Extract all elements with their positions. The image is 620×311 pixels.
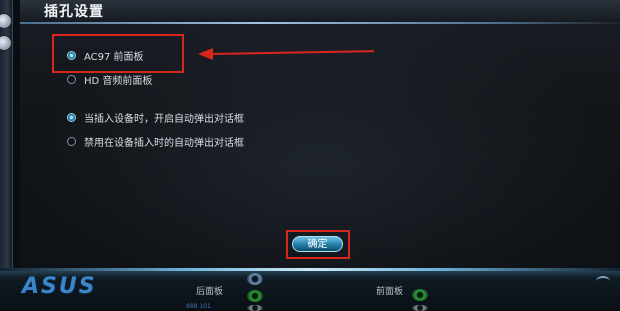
side-button-2[interactable] — [0, 35, 12, 51]
option-auto-popup-disable-label: 禁用在设备插入时的自动弹出对话框 — [84, 138, 244, 149]
asus-logo: ASUS — [22, 274, 97, 299]
radio-hd-audio[interactable] — [67, 75, 76, 84]
back-panel-label: 后面板 — [196, 287, 224, 297]
corner-icon — [596, 276, 610, 286]
title-bar: 插孔设置 — [20, 0, 620, 22]
option-hd-audio-label: HD 音频前面板 — [84, 76, 153, 87]
back-panel-jack-blue[interactable] — [247, 273, 263, 285]
option-hd-audio-front-panel[interactable]: HD 音频前面板 — [67, 72, 152, 87]
front-panel-jack-grey[interactable] — [412, 305, 428, 311]
front-panel-label: 前面板 — [376, 287, 404, 297]
radio-auto-popup-disable[interactable] — [67, 137, 76, 146]
option-auto-popup-enable[interactable]: 当插入设备时，开启自动弹出对话框 — [67, 110, 244, 125]
annotation-arrow-head — [198, 48, 213, 60]
front-panel-jack-green[interactable] — [412, 289, 428, 301]
option-auto-popup-enable-label: 当插入设备时，开启自动弹出对话框 — [84, 114, 244, 125]
side-button-1[interactable] — [0, 13, 12, 29]
ok-button[interactable]: 确定 — [292, 236, 343, 252]
highlight-box-ac97 — [52, 34, 184, 73]
radio-auto-popup-enable[interactable] — [67, 113, 76, 122]
left-strip — [0, 0, 13, 275]
back-panel-jack-green[interactable] — [247, 290, 263, 302]
back-panel-jack-grey[interactable] — [247, 305, 263, 311]
option-auto-popup-disable[interactable]: 禁用在设备插入时的自动弹出对话框 — [67, 134, 244, 149]
title-divider — [20, 22, 620, 24]
bottom-glow-line — [0, 268, 620, 271]
dialog-title: 插孔设置 — [44, 4, 104, 20]
